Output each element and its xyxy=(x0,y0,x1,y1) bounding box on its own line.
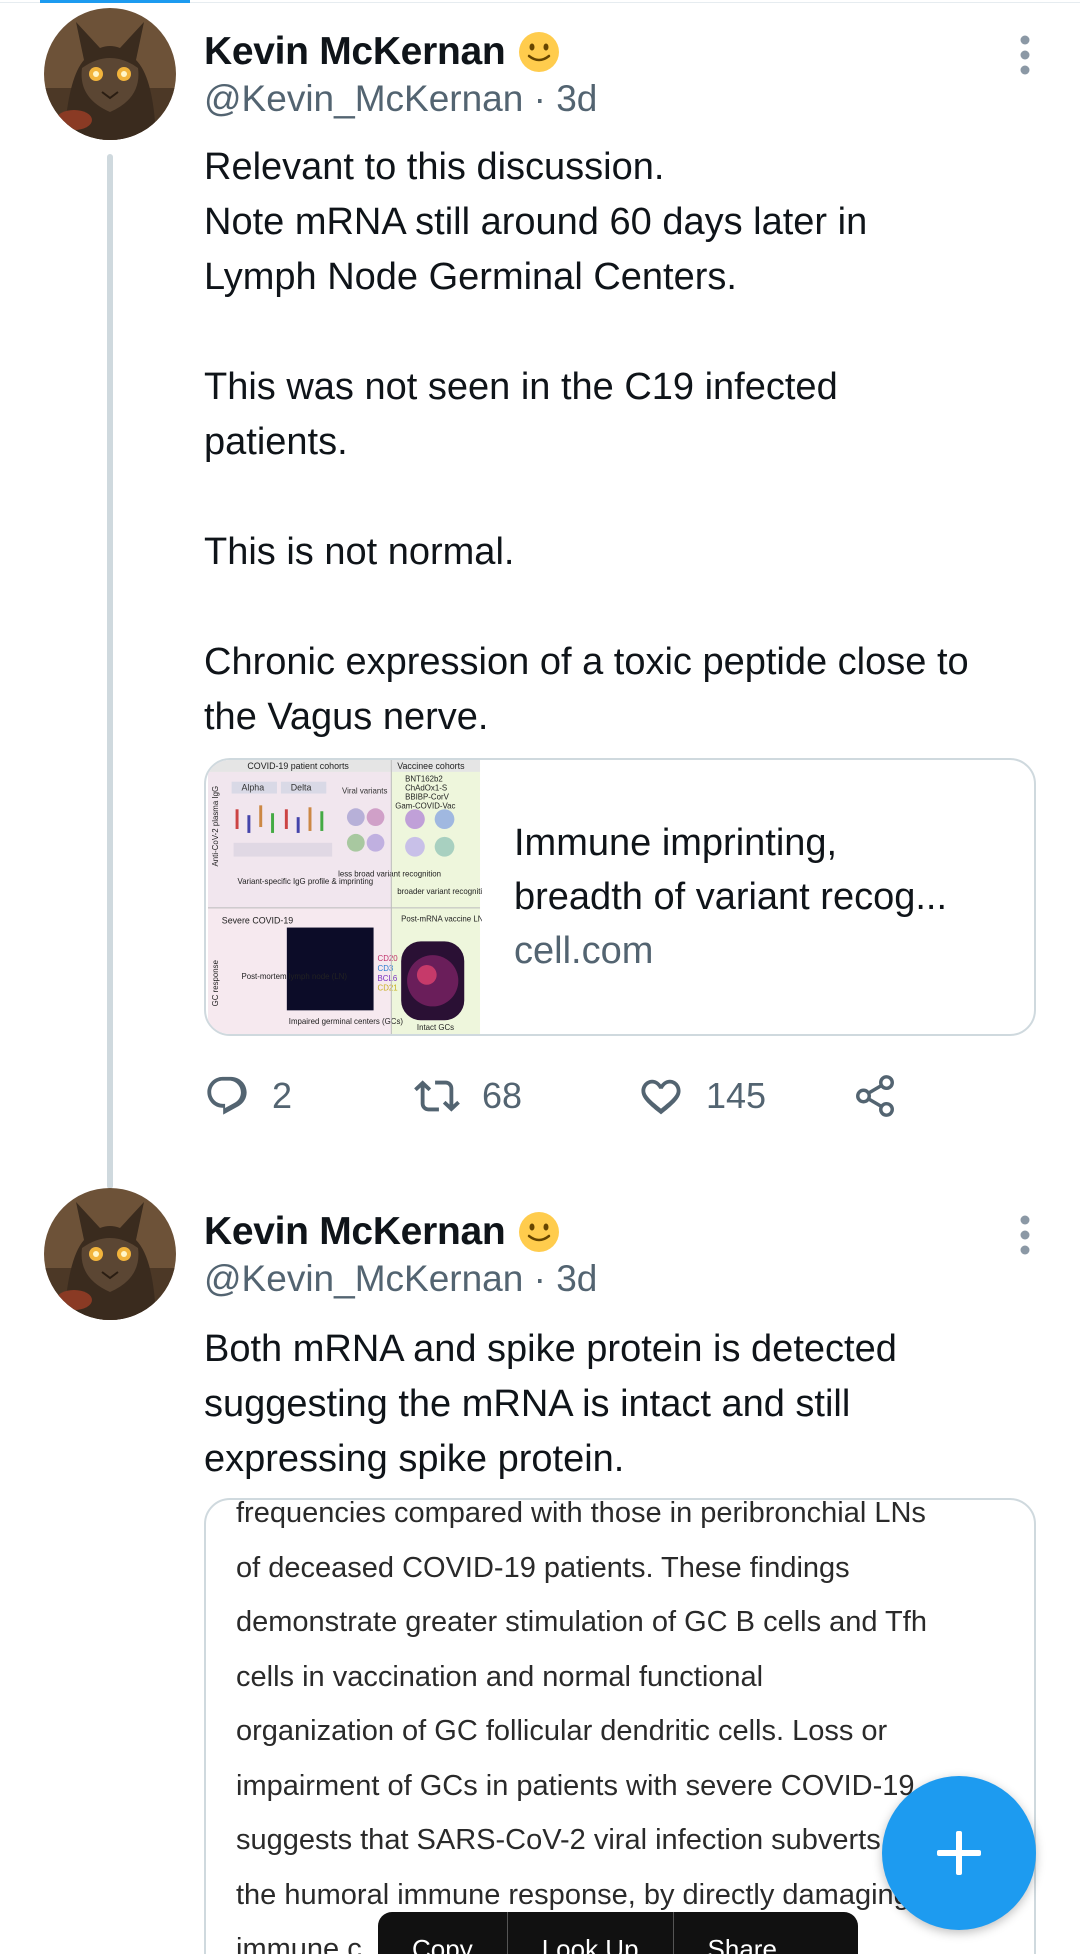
screenshot-text-line: frequencies compared with those in perib… xyxy=(236,1498,926,1529)
tweet-text-line: the Vagus nerve. xyxy=(204,696,489,738)
more-options-icon[interactable] xyxy=(1010,30,1040,80)
share-button[interactable] xyxy=(852,1068,898,1124)
thumb-right-header: Vaccinee cohorts xyxy=(397,761,465,771)
more-options-icon[interactable] xyxy=(1010,1210,1040,1260)
tweet-actions: 2 68 145 xyxy=(204,1068,904,1124)
tweet-text-line: Relevant to this discussion. xyxy=(204,146,665,188)
thumb-post-mrna: Post-mRNA vaccine LN xyxy=(401,915,482,924)
tweet-text-line: Lymph Node Germinal Centers. xyxy=(204,256,737,298)
author-handle-time[interactable]: @Kevin_McKernan · 3d xyxy=(204,1258,597,1300)
link-preview-card[interactable]: COVID-19 patient cohorts Vaccinee cohort… xyxy=(204,758,1036,1036)
tweet-text-line: Note mRNA still around 60 days later in xyxy=(204,201,868,243)
thumb-delta-label: Delta xyxy=(291,783,312,793)
thumb-impaired: Impaired germinal centers (GCs) xyxy=(289,1017,404,1026)
like-button[interactable]: 145 xyxy=(638,1068,766,1124)
avatar-cat-image xyxy=(44,1188,176,1320)
reply-button[interactable]: 2 xyxy=(204,1068,292,1124)
thumb-vaccine-1: BNT162b2 xyxy=(405,775,443,784)
author-name[interactable]: Kevin McKernan xyxy=(204,1210,506,1254)
share-menu-item[interactable]: Share xyxy=(674,1912,811,1954)
tweet-header: Kevin McKernan xyxy=(204,26,561,78)
link-card-title: Immune imprinting, xyxy=(514,822,838,864)
thumb-side-label-top: Anti-CoV-2 plasma IgG xyxy=(211,786,220,867)
tweet-text-line: patients. xyxy=(204,421,348,463)
tweet-text-line: This is not normal. xyxy=(204,531,515,573)
compose-tweet-button[interactable] xyxy=(882,1776,1036,1930)
look-up-menu-item[interactable]: Look Up xyxy=(508,1912,674,1954)
author-handle-time[interactable]: @Kevin_McKernan · 3d xyxy=(204,78,597,120)
thumb-vaccine-3: BBIBP-CorV xyxy=(405,792,450,801)
link-card-title: breadth of variant recog... xyxy=(514,876,948,918)
link-card-domain: cell.com xyxy=(514,930,654,972)
thumb-vaccine-2: ChAdOx1-S xyxy=(405,784,447,793)
retweet-button[interactable]: 68 xyxy=(414,1068,522,1124)
thumb-variant-specific: Variant-specific IgG profile & imprintin… xyxy=(238,877,374,886)
avatar[interactable] xyxy=(44,1188,176,1320)
screenshot-text-line: cells in vaccination and normal function… xyxy=(236,1660,764,1693)
screenshot-text-line: organization of GC follicular dendritic … xyxy=(236,1715,888,1747)
screenshot-text-line: of deceased COVID-19 patients. These fin… xyxy=(236,1551,850,1584)
tweet-text-line: suggesting the mRNA is intact and still xyxy=(204,1383,851,1425)
retweet-count: 68 xyxy=(482,1075,523,1116)
text-selection-menu: Copy Look Up Share xyxy=(378,1912,858,1954)
share-icon xyxy=(856,1075,894,1117)
avatar[interactable] xyxy=(44,8,176,140)
tweet-text-line: expressing spike protein. xyxy=(204,1438,625,1480)
screenshot-text-line: demonstrate greater stimulation of GC B … xyxy=(236,1606,927,1638)
retweet-icon xyxy=(414,1080,460,1112)
thread-connector-line xyxy=(107,154,113,1189)
thumb-vaccine-4: Gam-COVID-Vac xyxy=(395,801,455,810)
like-count: 145 xyxy=(706,1075,767,1116)
avatar-cat-image xyxy=(44,8,176,140)
tweet-text: Relevant to this discussion. Note mRNA s… xyxy=(204,140,1054,745)
tweet-text-line: Both mRNA and spike protein is detected xyxy=(204,1328,897,1370)
thumb-marker: CD20 xyxy=(378,954,399,963)
thumb-alpha-label: Alpha xyxy=(241,783,264,793)
thumb-left-header: COVID-19 patient cohorts xyxy=(247,761,349,771)
tweet-header: Kevin McKernan xyxy=(204,1206,561,1258)
copy-menu-item[interactable]: Copy xyxy=(378,1912,508,1954)
thumb-broader: broader variant recognition xyxy=(397,887,482,896)
thumb-intact: Intact GCs xyxy=(417,1023,454,1032)
tab-indicator xyxy=(40,0,190,3)
tweet-text: Both mRNA and spike protein is detected … xyxy=(204,1322,1054,1487)
author-name[interactable]: Kevin McKernan xyxy=(204,30,506,74)
tweet-text-line: Chronic expression of a toxic peptide cl… xyxy=(204,641,969,683)
smiling-face-icon xyxy=(519,1212,560,1252)
reply-count: 2 xyxy=(272,1075,293,1116)
thumb-post-mortem: Post-mortem lymph node (LN) xyxy=(241,972,347,981)
tweet-text-line: This was not seen in the C19 infected xyxy=(204,366,838,408)
graphical-abstract-thumbnail: COVID-19 patient cohorts Vaccinee cohort… xyxy=(207,760,482,1034)
smiling-face-icon xyxy=(519,32,560,72)
thumb-side-label-bottom: GC response xyxy=(211,959,220,1006)
link-card-body: Immune imprinting, breadth of variant re… xyxy=(482,760,947,1034)
thumb-less-broad: less broad variant recognition xyxy=(338,869,441,878)
heart-icon xyxy=(641,1079,681,1115)
thumb-severe-label: Severe COVID-19 xyxy=(222,916,293,926)
reply-icon xyxy=(207,1076,247,1115)
plus-icon xyxy=(937,1831,981,1875)
thumb-viral-variants-label: Viral variants xyxy=(342,787,387,796)
thumb-marker: CD21 xyxy=(378,984,398,993)
thumb-marker: BCL6 xyxy=(378,974,398,983)
